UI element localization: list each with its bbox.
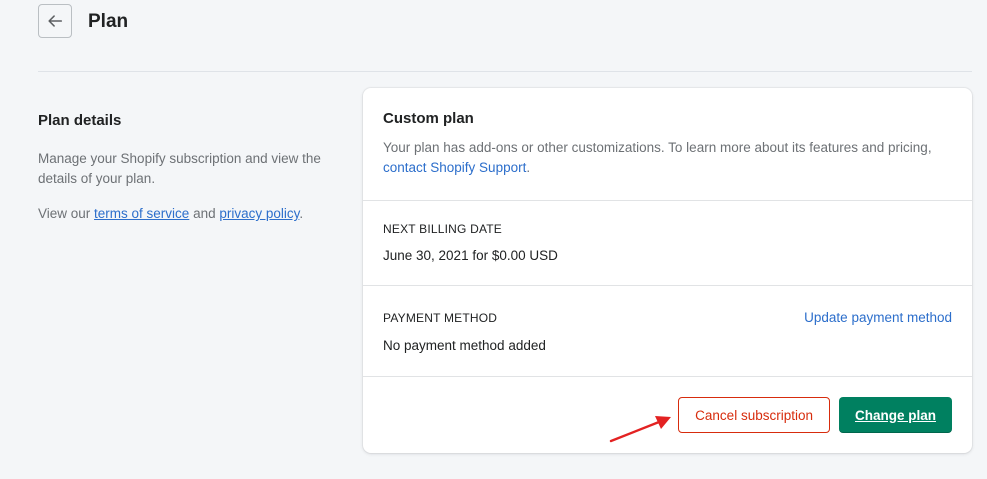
plan-description-suffix: .	[526, 160, 531, 175]
payment-value: No payment method added	[383, 338, 546, 353]
plan-description: Your plan has add-ons or other customiza…	[383, 138, 952, 178]
plan-title: Custom plan	[383, 110, 474, 127]
annotation-title: Plan details	[38, 112, 122, 129]
billing-section: NEXT BILLING DATE June 30, 2021 for $0.0…	[363, 222, 972, 263]
contact-support-link[interactable]: contact Shopify Support	[383, 160, 526, 175]
annotation-description: Manage your Shopify subscription and vie…	[38, 151, 321, 186]
billing-value: June 30, 2021 for $0.00 USD	[383, 248, 558, 263]
section-divider	[363, 285, 972, 286]
links-suffix: .	[299, 206, 304, 221]
back-button[interactable]	[38, 4, 72, 38]
links-and: and	[189, 206, 220, 221]
privacy-policy-link[interactable]: privacy policy	[219, 206, 299, 221]
annotation-arrow-icon	[609, 416, 671, 443]
plan-page: Plan Plan details Manage your Shopify su…	[0, 0, 987, 479]
plan-section: Custom plan Your plan has add-ons or oth…	[363, 110, 972, 178]
update-payment-link[interactable]: Update payment method	[804, 310, 952, 325]
links-prefix: View our	[38, 206, 95, 221]
card-actions: Cancel subscription Change plan	[678, 397, 952, 433]
payment-heading: PAYMENT METHOD	[383, 310, 498, 325]
cancel-subscription-button[interactable]: Cancel subscription	[678, 397, 830, 433]
change-plan-button[interactable]: Change plan	[838, 397, 952, 433]
plan-description-text: Your plan has add-ons or other customiza…	[383, 140, 932, 155]
arrow-left-icon	[48, 15, 63, 27]
plan-card: Custom plan Your plan has add-ons or oth…	[363, 88, 972, 453]
plan-details-annotation: Plan details Manage your Shopify subscri…	[38, 112, 328, 224]
annotation-links: View our terms of service and privacy po…	[38, 204, 328, 224]
payment-header-row: PAYMENT METHOD Update payment method	[383, 310, 952, 325]
billing-heading: NEXT BILLING DATE	[383, 222, 502, 236]
terms-of-service-link[interactable]: terms of service	[94, 206, 189, 221]
section-divider	[363, 200, 972, 201]
page-title: Plan	[88, 11, 129, 32]
payment-section: PAYMENT METHOD Update payment method No …	[363, 310, 972, 353]
section-divider	[363, 376, 972, 377]
header-divider	[38, 71, 972, 72]
